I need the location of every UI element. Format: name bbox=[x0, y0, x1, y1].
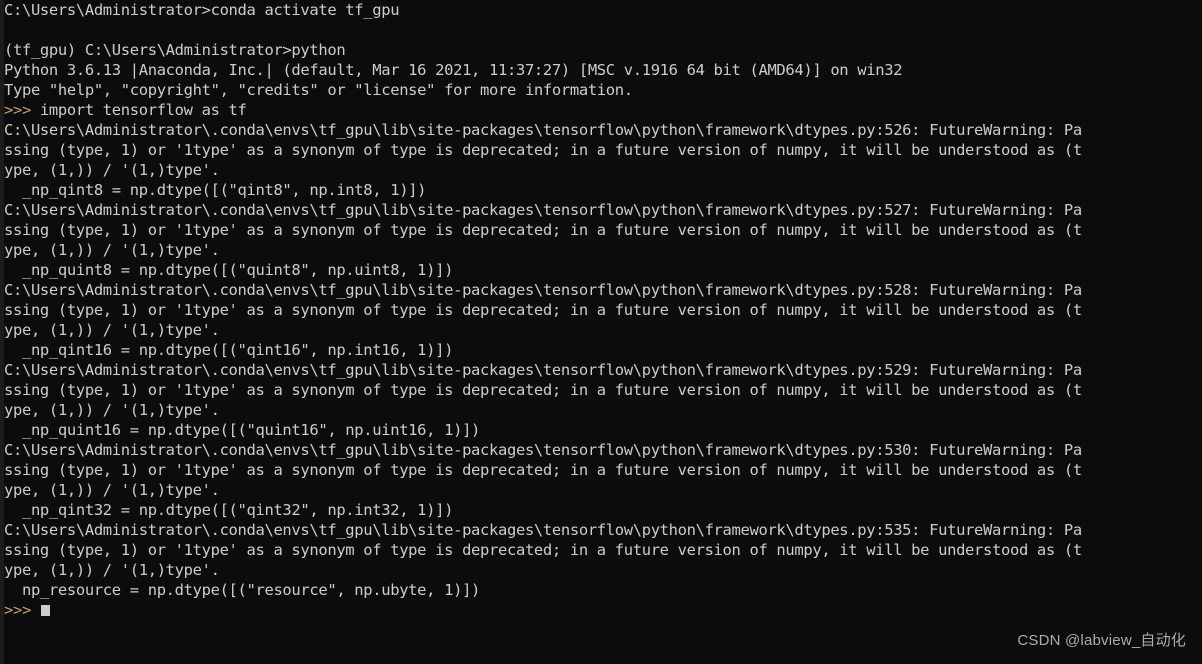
console-line: _np_qint32 = np.dtype([("qint32", np.int… bbox=[4, 501, 454, 519]
console-line: ssing (type, 1) or '1type' as a synonym … bbox=[4, 301, 1082, 319]
python-prompt-symbol: >>> bbox=[4, 601, 31, 619]
console-line: ssing (type, 1) or '1type' as a synonym … bbox=[4, 461, 1082, 479]
python-prompt-symbol: >>> bbox=[4, 101, 31, 119]
console-line: >>> import tensorflow as tf bbox=[4, 101, 247, 119]
console-line: ype, (1,)) / '(1,)type'. bbox=[4, 401, 220, 419]
console-line: C:\Users\Administrator\.conda\envs\tf_gp… bbox=[4, 201, 1082, 219]
console-line: ssing (type, 1) or '1type' as a synonym … bbox=[4, 221, 1082, 239]
console-line: Type "help", "copyright", "credits" or "… bbox=[4, 81, 633, 99]
console-line: C:\Users\Administrator\.conda\envs\tf_gp… bbox=[4, 441, 1082, 459]
console-line: C:\Users\Administrator>conda activate tf… bbox=[4, 1, 400, 19]
console-line: ype, (1,)) / '(1,)type'. bbox=[4, 161, 220, 179]
csdn-watermark: CSDN @labview_自动化 bbox=[1017, 632, 1186, 649]
console-line: ype, (1,)) / '(1,)type'. bbox=[4, 321, 220, 339]
console-line: _np_quint8 = np.dtype([("quint8", np.uin… bbox=[4, 261, 454, 279]
console-line: ssing (type, 1) or '1type' as a synonym … bbox=[4, 141, 1082, 159]
console-output-area[interactable]: C:\Users\Administrator>conda activate tf… bbox=[4, 0, 1202, 664]
console-line: _np_qint16 = np.dtype([("qint16", np.int… bbox=[4, 341, 454, 359]
console-line: C:\Users\Administrator\.conda\envs\tf_gp… bbox=[4, 281, 1082, 299]
console-line: _np_quint16 = np.dtype([("quint16", np.u… bbox=[4, 421, 481, 439]
console-line: Python 3.6.13 |Anaconda, Inc.| (default,… bbox=[4, 61, 903, 79]
console-line: _np_qint8 = np.dtype([("qint8", np.int8,… bbox=[4, 181, 427, 199]
console-line: ype, (1,)) / '(1,)type'. bbox=[4, 561, 220, 579]
active-prompt-line[interactable]: >>> bbox=[4, 600, 1202, 620]
terminal-window[interactable]: C:\Users\Administrator>conda activate tf… bbox=[0, 0, 1202, 664]
console-line: ype, (1,)) / '(1,)type'. bbox=[4, 241, 220, 259]
console-line: ssing (type, 1) or '1type' as a synonym … bbox=[4, 541, 1082, 559]
console-line: np_resource = np.dtype([("resource", np.… bbox=[4, 581, 481, 599]
block-cursor bbox=[40, 605, 50, 616]
console-line: C:\Users\Administrator\.conda\envs\tf_gp… bbox=[4, 521, 1082, 539]
console-line: C:\Users\Administrator\.conda\envs\tf_gp… bbox=[4, 361, 1082, 379]
console-line: ssing (type, 1) or '1type' as a synonym … bbox=[4, 381, 1082, 399]
console-line: ype, (1,)) / '(1,)type'. bbox=[4, 481, 220, 499]
console-line: C:\Users\Administrator\.conda\envs\tf_gp… bbox=[4, 121, 1082, 139]
console-line: (tf_gpu) C:\Users\Administrator>python bbox=[4, 41, 346, 59]
